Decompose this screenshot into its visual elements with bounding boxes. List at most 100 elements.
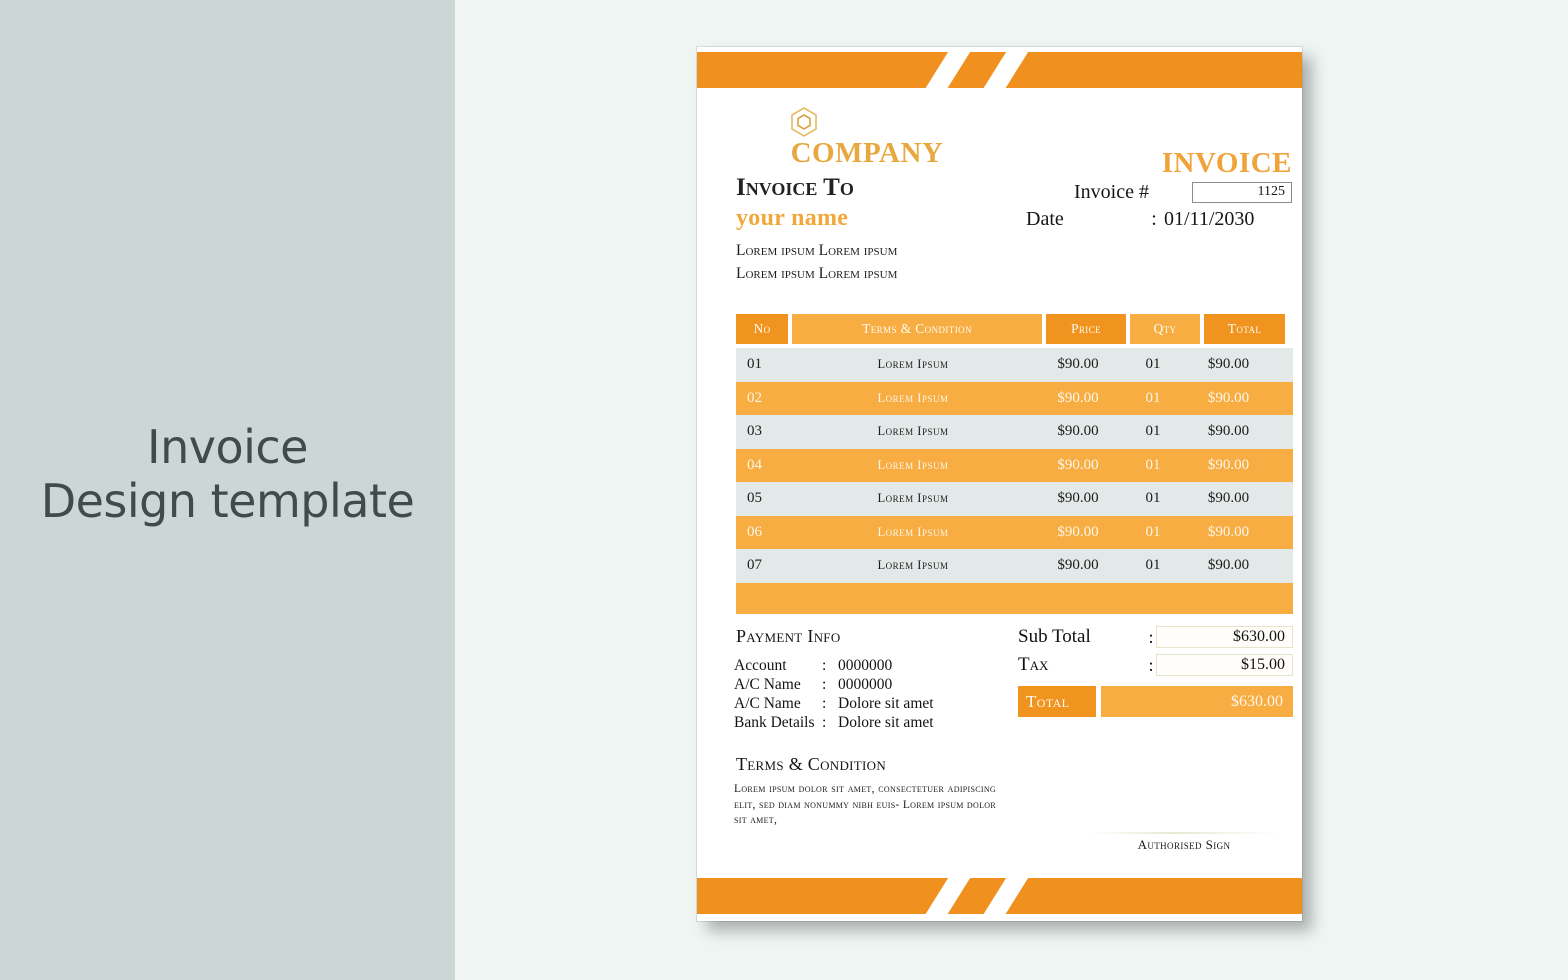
row-cell-qty: 01	[1145, 456, 1161, 473]
row-cell-description: Lorem Ipsum	[877, 424, 949, 439]
row-cell-qty: 01	[1145, 356, 1161, 373]
row-cell-price: $90.00	[1057, 356, 1099, 373]
invoice-number-field[interactable]: 1125	[1192, 182, 1292, 203]
grand-total-label: Total	[1018, 686, 1096, 717]
tax-value[interactable]: $15.00	[1156, 654, 1293, 676]
row-cell-qty: 01	[1145, 423, 1161, 440]
row-cell-price: $90.00	[1057, 523, 1099, 540]
promo-line-1: Invoice	[147, 420, 308, 474]
payment-info-row: Account:0000000	[734, 657, 934, 676]
column-header-description: Terms & Condition	[792, 314, 1042, 344]
row-cell-price: $90.00	[1057, 423, 1099, 440]
row-cell-description: Lorem Ipsum	[877, 357, 949, 372]
row-cell-price: $90.00	[1057, 557, 1099, 574]
row-cell-no: 02	[747, 389, 762, 406]
payment-info-key: Account	[734, 657, 787, 674]
subtotal-row: Sub Total : $630.00	[1018, 623, 1293, 651]
subtotal-value[interactable]: $630.00	[1156, 626, 1293, 648]
promo-heading: Invoice Design template	[0, 424, 455, 524]
row-cell-description: Lorem Ipsum	[877, 491, 949, 506]
bottom-orange-bar	[697, 878, 1302, 914]
table-row: 03 Lorem Ipsum $90.00 01 $90.00	[736, 415, 1293, 449]
row-cell-total: $90.00	[1207, 423, 1250, 440]
payment-info-colon: :	[822, 713, 827, 731]
invoice-to-label: Invoice To	[736, 174, 854, 201]
table-row: 05 Lorem Ipsum $90.00 01 $90.00	[736, 482, 1293, 516]
payment-info-value: Dolore sit amet	[838, 713, 934, 731]
tax-row: Tax : $15.00	[1018, 651, 1293, 679]
subtotal-colon: :	[1148, 626, 1154, 647]
client-address-line-1: Lorem ipsum Lorem ipsum	[736, 242, 898, 259]
row-cell-no: 07	[747, 557, 762, 574]
payment-info-row: A/C Name: Dolore sit amet	[734, 695, 934, 714]
invoice-title: INVOICE	[1161, 147, 1292, 179]
payment-info-title: Payment Info	[736, 626, 841, 646]
payment-info-key: A/C Name	[734, 694, 801, 712]
table-row: 07 Lorem Ipsum $90.00 01 $90.00	[736, 549, 1293, 583]
table-footer-bar	[736, 582, 1293, 614]
table-row: 02 Lorem Ipsum $90.00 01 $90.00	[736, 381, 1293, 415]
row-cell-total: $90.00	[1207, 456, 1250, 473]
payment-info-value: Dolore sit amet	[838, 694, 934, 712]
signature-line	[1089, 832, 1279, 834]
diagonal-stripe-icon	[971, 878, 1037, 914]
authorised-sign-label: Authorised Sign	[1137, 837, 1231, 852]
column-header-total: Total	[1204, 314, 1285, 344]
top-orange-bar	[697, 52, 1302, 88]
table-row: 01 Lorem Ipsum $90.00 01 $90.00	[736, 348, 1293, 382]
table-body: 01 Lorem Ipsum $90.00 01 $90.00 02 Lorem Ipsum…	[736, 348, 1293, 583]
row-cell-no: 04	[747, 456, 762, 473]
row-cell-qty: 01	[1145, 490, 1161, 507]
payment-info-value: 0000000	[838, 675, 893, 693]
row-cell-total: $90.00	[1207, 557, 1250, 574]
row-cell-no: 06	[747, 523, 762, 540]
row-cell-no: 05	[747, 490, 762, 507]
row-cell-total: $90.00	[1207, 523, 1250, 540]
row-cell-qty: 01	[1145, 523, 1161, 540]
row-cell-price: $90.00	[1057, 389, 1099, 406]
tax-label: Tax	[1018, 654, 1049, 675]
payment-info-colon: :	[822, 675, 827, 693]
line-items-table: No Terms & Condition Price Qty Total 01 L…	[736, 314, 1293, 614]
table-header-row: No Terms & Condition Price Qty Total	[736, 314, 1293, 344]
grand-total-value: $630.00	[1101, 686, 1293, 717]
payment-info-key: Bank Details	[734, 713, 815, 731]
row-cell-qty: 01	[1145, 389, 1161, 406]
client-address: Lorem ipsum Lorem ipsum Lorem ipsum Lore…	[736, 239, 897, 286]
invoice-page: COMPANY Invoice To your name Lorem ipsum…	[697, 47, 1302, 921]
row-cell-total: $90.00	[1207, 490, 1250, 507]
table-row: 04 Lorem Ipsum $90.00 01 $90.00	[736, 448, 1293, 482]
row-cell-no: 03	[747, 423, 762, 440]
table-row: 06 Lorem Ipsum $90.00 01 $90.00	[736, 515, 1293, 549]
row-cell-description: Lorem Ipsum	[877, 524, 949, 539]
invoice-date-label: Date	[1026, 208, 1064, 230]
grand-total-row: Total $630.00	[1018, 686, 1293, 717]
invoice-number-label: Invoice #	[1074, 181, 1149, 203]
payment-info-colon: :	[822, 694, 827, 712]
hexagon-logo-icon	[787, 105, 821, 139]
invoice-number-row: Invoice # 1125	[962, 179, 1292, 206]
payment-info-list: Account:0000000 A/C Name:0000000 A/C Name:…	[734, 657, 934, 733]
row-cell-total: $90.00	[1207, 356, 1250, 373]
row-cell-total: $90.00	[1207, 389, 1250, 406]
payment-info-key: A/C Name	[734, 675, 801, 693]
payment-info-colon: :	[822, 657, 827, 674]
diagonal-stripe-icon	[913, 878, 979, 914]
column-header-price: Price	[1046, 314, 1126, 344]
row-cell-price: $90.00	[1057, 456, 1099, 473]
client-address-line-2: Lorem ipsum Lorem ipsum	[736, 265, 898, 283]
row-cell-no: 01	[747, 356, 762, 373]
invoice-date-colon: :	[1151, 208, 1157, 230]
poster-canvas: Invoice Design template COMPANY Invoice …	[0, 0, 1568, 980]
row-cell-qty: 01	[1145, 557, 1161, 574]
promo-line-2: Design template	[40, 474, 415, 528]
invoice-date-value: 01/11/2030	[1164, 208, 1255, 230]
column-header-no: No	[736, 314, 788, 344]
row-cell-description: Lorem Ipsum	[877, 457, 949, 472]
row-cell-price: $90.00	[1057, 490, 1099, 507]
row-cell-description: Lorem Ipsum	[877, 558, 949, 573]
company-name: COMPANY	[790, 137, 944, 169]
terms-title: Terms & Condition	[736, 754, 887, 774]
totals-section: Sub Total : $630.00 Tax : $15.00 Total $…	[1018, 623, 1293, 717]
payment-info-row: Bank Details: Dolore sit amet	[734, 714, 934, 733]
